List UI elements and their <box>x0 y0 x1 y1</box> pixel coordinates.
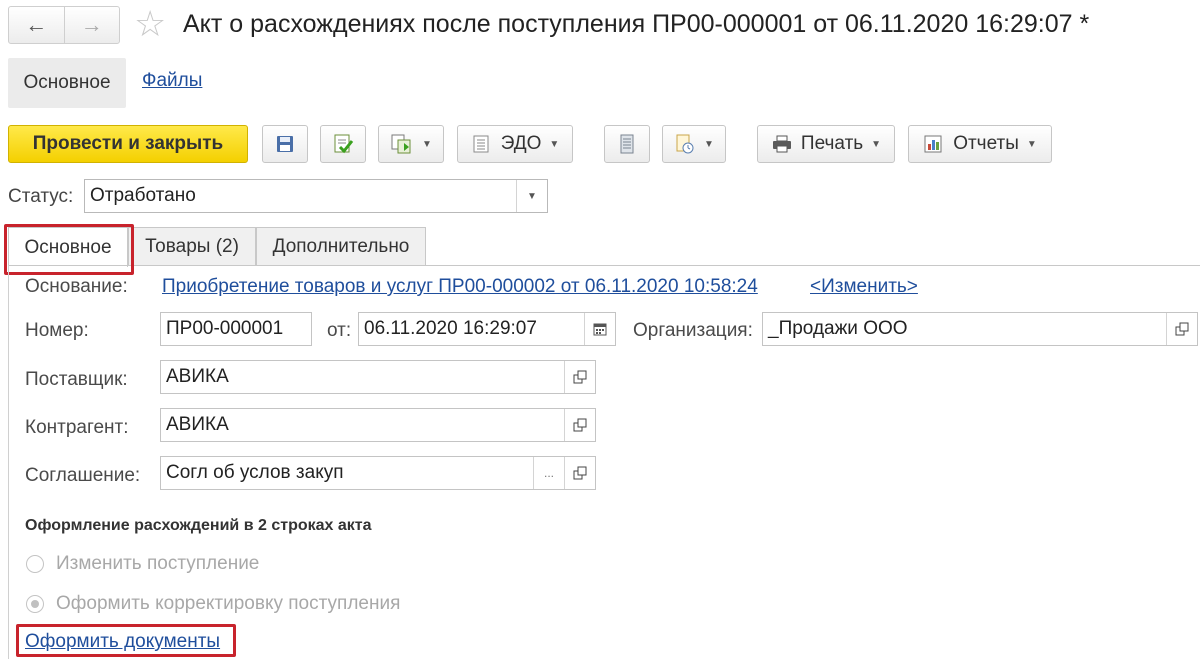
select-agreement-button[interactable]: ... <box>533 457 564 489</box>
agreement-value: Согл об услов закуп <box>166 462 344 483</box>
organization-field[interactable]: _Продажи ООО <box>762 312 1198 346</box>
create-based-on-icon <box>391 134 411 154</box>
chevron-down-icon: ▼ <box>704 138 714 150</box>
chevron-down-icon: ▼ <box>1026 138 1037 150</box>
chevron-down-icon: ▼ <box>422 138 432 150</box>
arrow-right-icon: → <box>80 12 103 37</box>
save-icon <box>277 136 293 152</box>
agreement-field[interactable]: Согл об услов закуп ... <box>160 456 596 490</box>
open-icon <box>573 418 587 432</box>
supplier-label: Поставщик: <box>25 369 128 390</box>
arrow-left-icon: ← <box>25 12 48 37</box>
counterparty-value: АВИКА <box>166 414 229 435</box>
date-value: 06.11.2020 16:29:07 <box>364 318 537 339</box>
status-value: Отработано <box>90 185 196 206</box>
favorite-star-icon[interactable]: ☆ <box>134 4 166 44</box>
create-based-on-button[interactable]: ▼ <box>378 125 444 163</box>
chevron-down-icon: ▼ <box>871 138 882 150</box>
document-structure-icon <box>620 134 634 154</box>
option-change-receipt-label: Изменить поступление <box>56 553 260 574</box>
print-label: Печать <box>800 133 864 154</box>
save-button[interactable] <box>262 125 308 163</box>
agreement-label: Соглашение: <box>25 465 141 486</box>
basis-document-link[interactable]: Приобретение товаров и услуг ПР00-000002… <box>162 276 758 298</box>
report-chart-icon <box>924 135 942 153</box>
edo-list-icon <box>473 135 489 153</box>
change-basis-link[interactable]: <Изменить> <box>810 276 918 298</box>
panel-border <box>8 265 9 659</box>
number-label: Номер: <box>25 320 89 341</box>
open-counterparty-button[interactable] <box>564 409 595 441</box>
status-select[interactable]: Отработано ▼ <box>84 179 548 213</box>
radio-correct-receipt[interactable] <box>26 595 44 613</box>
number-field[interactable]: ПР00-000001 <box>160 312 312 346</box>
open-agreement-button[interactable] <box>564 457 595 489</box>
edo-button[interactable]: ЭДО ▼ <box>457 125 573 163</box>
post-button[interactable] <box>320 125 366 163</box>
calendar-button[interactable] <box>584 313 615 345</box>
back-button[interactable]: ← <box>9 7 64 43</box>
supplier-value: АВИКА <box>166 366 229 387</box>
organization-value: _Продажи ООО <box>768 318 908 339</box>
history-nav: ← → <box>8 6 120 44</box>
counterparty-field[interactable]: АВИКА <box>160 408 596 442</box>
open-icon <box>573 370 587 384</box>
counterparty-label: Контрагент: <box>25 417 129 438</box>
date-label: от: <box>327 320 352 341</box>
tasks-button[interactable]: ▼ <box>662 125 726 163</box>
highlight-frame-tab <box>4 224 134 275</box>
calendar-icon <box>593 323 607 336</box>
create-documents-link[interactable]: Оформить документы <box>25 631 220 653</box>
tab-divider <box>8 265 1200 266</box>
open-supplier-button[interactable] <box>564 361 595 393</box>
basis-label: Основание: <box>25 276 128 297</box>
option-change-receipt[interactable]: Изменить поступление <box>26 553 259 575</box>
option-correct-receipt[interactable]: Оформить корректировку поступления <box>26 593 400 615</box>
post-and-close-button[interactable]: Провести и закрыть <box>8 125 248 163</box>
date-field[interactable]: 06.11.2020 16:29:07 <box>358 312 616 346</box>
section-files-link[interactable]: Файлы <box>142 70 202 92</box>
section-main[interactable]: Основное <box>8 58 126 108</box>
radio-change-receipt[interactable] <box>26 555 44 573</box>
edo-label: ЭДО <box>500 133 542 154</box>
option-correct-receipt-label: Оформить корректировку поступления <box>56 593 401 614</box>
status-label: Статус: <box>8 186 74 207</box>
radio-selected-dot <box>31 600 39 608</box>
organization-label: Организация: <box>633 320 753 341</box>
open-icon <box>1175 322 1189 336</box>
tab-goods[interactable]: Товары (2) <box>128 227 256 265</box>
forward-button[interactable]: → <box>63 7 120 43</box>
open-icon <box>573 466 587 480</box>
reports-label: Отчеты <box>953 133 1019 154</box>
document-clock-icon <box>676 134 694 154</box>
post-document-icon <box>334 134 354 154</box>
open-organization-button[interactable] <box>1166 313 1197 345</box>
discrepancy-heading: Оформление расхождений в 2 строках акта <box>25 517 372 534</box>
printer-icon <box>772 135 791 153</box>
reports-button[interactable]: Отчеты ▼ <box>908 125 1052 163</box>
chevron-down-icon[interactable]: ▼ <box>516 180 547 212</box>
print-button[interactable]: Печать ▼ <box>757 125 895 163</box>
tab-additional[interactable]: Дополнительно <box>256 227 426 265</box>
supplier-field[interactable]: АВИКА <box>160 360 596 394</box>
number-value: ПР00-000001 <box>166 318 284 339</box>
document-structure-button[interactable] <box>604 125 650 163</box>
chevron-down-icon: ▼ <box>549 138 560 150</box>
window-title: Акт о расхождениях после поступления ПР0… <box>183 10 1090 38</box>
